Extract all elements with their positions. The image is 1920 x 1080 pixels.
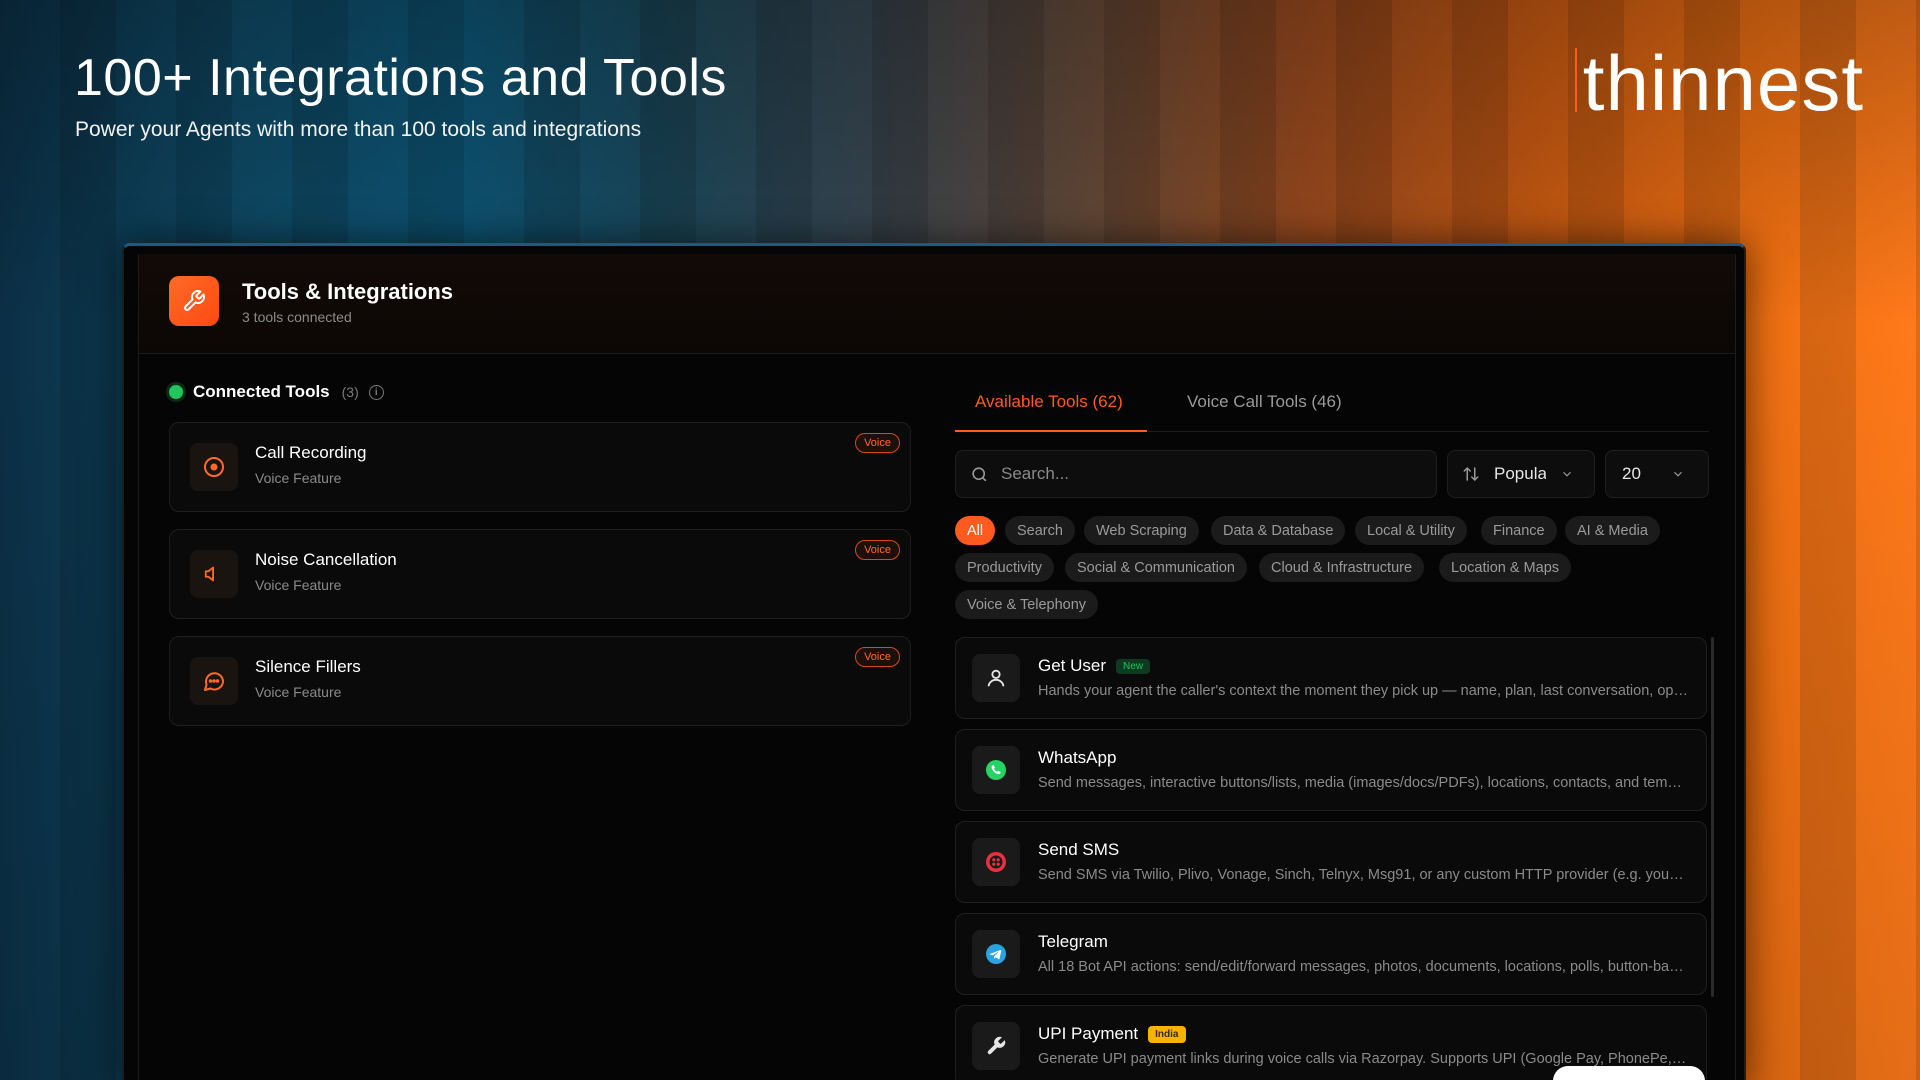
tool-description: Generate UPI payment links during voice … (1038, 1051, 1688, 1067)
tool-description: Send SMS via Twilio, Plivo, Vonage, Sinc… (1038, 867, 1688, 883)
chip-data-database[interactable]: Data & Database (1211, 516, 1346, 545)
page-size-select[interactable]: 20 (1605, 450, 1709, 498)
voice-badge: Voice (855, 647, 900, 667)
tool-name: Noise Cancellation (255, 550, 397, 569)
chevron-down-icon (1563, 471, 1571, 477)
wrench-icon (169, 276, 219, 326)
tool-card[interactable]: Send SMS Send SMS via Twilio, Plivo, Von… (955, 821, 1707, 903)
chip-local-utility[interactable]: Local & Utility (1355, 516, 1467, 545)
twilio-icon (972, 838, 1020, 886)
app-window: Tools & Integrations 3 tools connected C… (122, 243, 1746, 1080)
chip-productivity[interactable]: Productivity (955, 553, 1054, 582)
tool-name: Silence Fillers (255, 657, 361, 676)
chip-finance[interactable]: Finance (1481, 516, 1557, 545)
scrollbar-thumb[interactable] (1711, 637, 1714, 997)
sort-value: Popular (1494, 464, 1546, 483)
chat-bubble-icon (190, 657, 238, 705)
brand-logo: thinnest (1574, 38, 1864, 129)
brand-name: thinnest (1582, 39, 1864, 127)
tab-voice-call-tools[interactable]: Voice Call Tools (46) (1187, 392, 1342, 412)
search-icon (972, 466, 987, 481)
page-title: Tools & Integrations (242, 279, 454, 304)
wrench-icon (972, 1022, 1020, 1070)
connected-tools-count: (3) (341, 384, 359, 400)
tool-name: UPI Payment (1038, 1024, 1139, 1043)
user-icon (972, 654, 1020, 702)
search-input[interactable]: Search... (955, 450, 1437, 498)
chevron-down-icon (1674, 471, 1682, 477)
tool-description: Hands your agent the caller's context th… (1038, 683, 1688, 699)
hero-title: 100+ Integrations and Tools (74, 49, 727, 107)
india-badge: India (1148, 1025, 1186, 1043)
voice-badge: Voice (855, 433, 900, 453)
record-icon (190, 443, 238, 491)
sort-icon (1463, 466, 1479, 482)
tool-name-row: Send SMS (1038, 840, 1119, 860)
tool-description: All 18 Bot API actions: send/edit/forwar… (1038, 959, 1688, 975)
floating-pill[interactable] (1553, 1066, 1705, 1080)
page-subtitle: 3 tools connected (242, 309, 352, 325)
tool-name: Call Recording (255, 443, 367, 462)
chip-web-scraping[interactable]: Web Scraping (1084, 516, 1199, 545)
tool-description: Send messages, interactive buttons/lists… (1038, 775, 1688, 791)
chip-all[interactable]: All (955, 516, 996, 545)
whatsapp-icon (972, 746, 1020, 794)
chip-search[interactable]: Search (1005, 516, 1075, 545)
hero-subtitle: Power your Agents with more than 100 too… (75, 118, 642, 141)
tool-list: Get User New Hands your agent the caller… (955, 637, 1707, 1080)
speaker-icon (190, 550, 238, 598)
info-icon[interactable]: i (368, 384, 384, 400)
tool-type: Voice Feature (255, 470, 342, 486)
chip-social-communication[interactable]: Social & Communication (1065, 553, 1247, 582)
tool-name: Send SMS (1038, 840, 1120, 859)
active-tab-indicator (955, 430, 1147, 432)
tool-card[interactable]: Get User New Hands your agent the caller… (955, 637, 1707, 719)
voice-badge: Voice (855, 540, 900, 560)
tool-name-row: UPI Payment India (1038, 1024, 1186, 1044)
chip-location-maps[interactable]: Location & Maps (1439, 553, 1572, 582)
connected-tool-card[interactable]: Call Recording Voice Feature Voice (169, 422, 911, 512)
tool-name-row: Get User New (1038, 656, 1151, 676)
tool-tabs: Available Tools (62) Voice Call Tools (4… (955, 380, 1709, 432)
tool-type: Voice Feature (255, 684, 342, 700)
connected-tool-card[interactable]: Noise Cancellation Voice Feature Voice (169, 529, 911, 619)
sort-select[interactable]: Popular (1447, 450, 1595, 498)
brand-accent-bar (1574, 48, 1577, 112)
tool-name-row: Telegram (1038, 932, 1108, 952)
tool-name: Telegram (1038, 932, 1108, 951)
panel-header: Tools & Integrations 3 tools connected (139, 254, 1735, 354)
page-size-value: 20 (1622, 464, 1641, 483)
tool-name-row: WhatsApp (1038, 748, 1116, 768)
status-dot (169, 385, 183, 399)
new-badge: New (1116, 658, 1151, 674)
tool-name: Get User (1038, 656, 1107, 675)
tool-card[interactable]: Telegram All 18 Bot API actions: send/ed… (955, 913, 1707, 995)
tool-card[interactable]: WhatsApp Send messages, interactive butt… (955, 729, 1707, 811)
connected-tools-heading: Connected Tools (3) i (169, 382, 384, 402)
search-placeholder: Search... (1001, 464, 1070, 483)
tool-type: Voice Feature (255, 577, 342, 593)
chip-voice-telephony[interactable]: Voice & Telephony (955, 590, 1099, 619)
connected-tool-card[interactable]: Silence Fillers Voice Feature Voice (169, 636, 911, 726)
chip-cloud-infrastructure[interactable]: Cloud & Infrastructure (1259, 553, 1425, 582)
tool-name: WhatsApp (1038, 748, 1117, 767)
chip-ai-media[interactable]: AI & Media (1565, 516, 1660, 545)
tab-available-tools[interactable]: Available Tools (62) (975, 392, 1123, 412)
connected-tools-title: Connected Tools (193, 382, 330, 401)
telegram-icon (972, 930, 1020, 978)
tool-list-scrollbar[interactable] (1711, 637, 1715, 1080)
app-panel: Tools & Integrations 3 tools connected C… (138, 254, 1736, 1080)
